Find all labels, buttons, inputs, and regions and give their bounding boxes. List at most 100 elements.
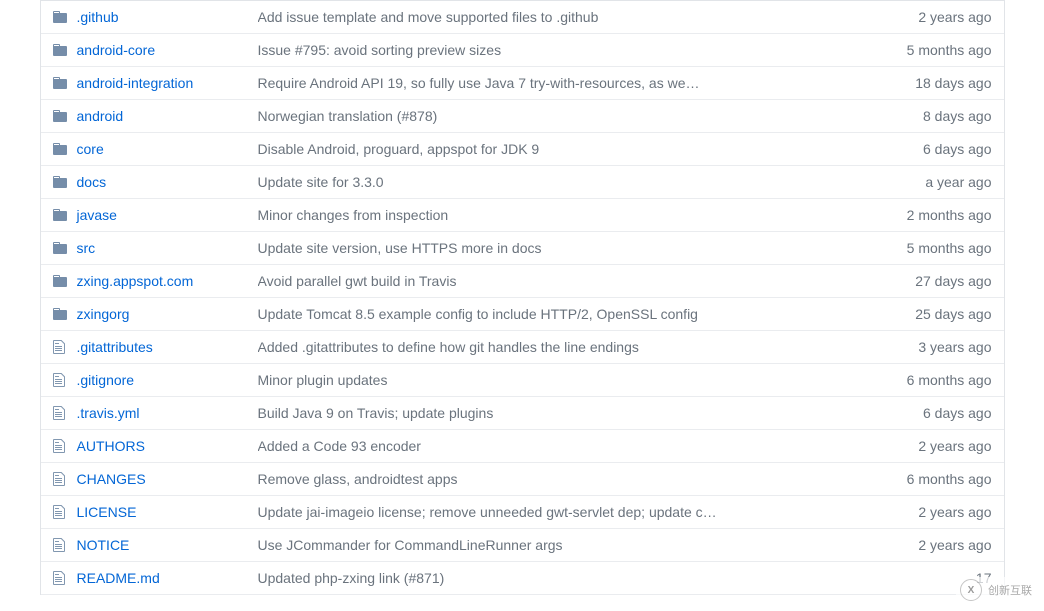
commit-age: 2 years ago [872,504,992,520]
file-icon [53,405,73,421]
commit-age: a year ago [872,174,992,190]
commit-age: 5 months ago [872,42,992,58]
file-name-link[interactable]: android [77,108,124,124]
commit-message-link[interactable]: Update jai-imageio license; remove unnee… [258,504,717,520]
file-row: android Norwegian translation (#878) 8 day… [41,100,1004,133]
commit-age: 8 days ago [872,108,992,124]
commit-message-link[interactable]: Added .gitattributes to define how git h… [258,339,639,355]
file-name-link[interactable]: .gitattributes [77,339,153,355]
file-row: AUTHORSAdded a Code 93 encoder2 years ag… [41,430,1004,463]
file-row: android-integration Require Android API 1… [41,67,1004,100]
commit-message-link[interactable]: Avoid parallel gwt build in Travis [258,273,457,289]
file-name-link[interactable]: .travis.yml [77,405,140,421]
file-name-link[interactable]: README.md [77,570,160,586]
file-name-link[interactable]: AUTHORS [77,438,145,454]
commit-message-cell: Norwegian translation (#878) [258,108,872,124]
commit-message-cell: Minor plugin updates [258,372,872,388]
file-name-link[interactable]: android-integration [77,75,194,91]
commit-age: 6 months ago [872,471,992,487]
file-name-link[interactable]: android-core [77,42,156,58]
folder-icon [53,306,73,322]
file-name-link[interactable]: zxing.appspot.com [77,273,194,289]
commit-age: 3 years ago [872,339,992,355]
file-name-link[interactable]: NOTICE [77,537,130,553]
file-row: .travis.yml Build Java 9 on Travis; updat… [41,397,1004,430]
commit-message-cell: Issue #795: avoid sorting preview sizes [258,42,872,58]
file-name-cell: .gitignore [73,372,258,388]
file-row: LICENSE Update jai-imageio license; remov… [41,496,1004,529]
commit-message-cell: Minor changes from inspection [258,207,872,223]
file-name-link[interactable]: .gitignore [77,372,135,388]
file-icon [53,570,73,586]
folder-icon [53,75,73,91]
file-name-link[interactable]: docs [77,174,107,190]
file-row: NOTICE Use JCommander for CommandLineRunn… [41,529,1004,562]
file-name-cell: .travis.yml [73,405,258,421]
commit-message-cell: Build Java 9 on Travis; update plugins [258,405,872,421]
folder-icon [53,108,73,124]
commit-message-link[interactable]: Add issue template and move supported fi… [258,9,599,25]
commit-message-cell: Disable Android, proguard, appspot for J… [258,141,872,157]
watermark-text: 创新互联 [988,582,1032,598]
file-icon [53,504,73,520]
commit-age: 2 months ago [872,207,992,223]
file-row: zxingorg Update Tomcat 8.5 example config… [41,298,1004,331]
commit-message-link[interactable]: Update Tomcat 8.5 example config to incl… [258,306,698,322]
commit-age: 6 days ago [872,141,992,157]
commit-message-cell: Update jai-imageio license; remove unnee… [258,504,872,520]
file-name-cell: javase [73,207,258,223]
commit-message-cell: Update Tomcat 8.5 example config to incl… [258,306,872,322]
file-row: README.mdUpdated php-zxing link (#871)17 [41,562,1004,595]
commit-message-link[interactable]: Added a Code 93 encoder [258,438,421,454]
folder-icon [53,273,73,289]
file-name-link[interactable]: zxingorg [77,306,130,322]
commit-message-cell: Updated php-zxing link (#871) [258,570,872,586]
folder-icon [53,207,73,223]
commit-message-link[interactable]: Minor changes from inspection [258,207,449,223]
commit-message-link[interactable]: Norwegian translation (#878) [258,108,438,124]
file-row: android-core Issue #795: avoid sorting pr… [41,34,1004,67]
file-name-link[interactable]: javase [77,207,117,223]
commit-message-link[interactable]: Disable Android, proguard, appspot for J… [258,141,540,157]
file-name-cell: zxing.appspot.com [73,273,258,289]
commit-message-link[interactable]: Minor plugin updates [258,372,388,388]
file-row: docs Update site for 3.3.0 a year ago [41,166,1004,199]
commit-message-link[interactable]: Remove glass, androidtest apps [258,471,458,487]
commit-message-link[interactable]: Build Java 9 on Travis; update plugins [258,405,494,421]
file-row: .github Add issue template and move suppo… [41,1,1004,34]
commit-age: 5 months ago [872,240,992,256]
file-name-link[interactable]: LICENSE [77,504,137,520]
file-name-link[interactable]: .github [77,9,119,25]
commit-message-cell: Use JCommander for CommandLineRunner arg… [258,537,872,553]
commit-age: 2 years ago [872,537,992,553]
file-name-cell: zxingorg [73,306,258,322]
file-name-cell: android [73,108,258,124]
file-list: .github Add issue template and move suppo… [40,0,1005,595]
file-name-link[interactable]: src [77,240,96,256]
commit-message-cell: Remove glass, androidtest apps [258,471,872,487]
file-name-link[interactable]: CHANGES [77,471,146,487]
commit-message-link[interactable]: Require Android API 19, so fully use Jav… [258,75,700,91]
file-icon [53,537,73,553]
commit-message-link[interactable]: Updated php-zxing link (#871) [258,570,445,586]
file-row: CHANGES Remove glass, androidtest apps 6 m… [41,463,1004,496]
file-name-cell: .github [73,9,258,25]
commit-message-link[interactable]: Use JCommander for CommandLineRunner arg… [258,537,563,553]
file-icon [53,372,73,388]
watermark-logo-icon: X [960,579,982,601]
file-icon [53,471,73,487]
commit-message-cell: Avoid parallel gwt build in Travis [258,273,872,289]
commit-message-cell: Update site version, use HTTPS more in d… [258,240,872,256]
file-row: zxing.appspot.com Avoid parallel gwt buil… [41,265,1004,298]
commit-message-link[interactable]: Update site for 3.3.0 [258,174,384,190]
commit-message-link[interactable]: Issue #795: avoid sorting preview sizes [258,42,502,58]
commit-age: 2 years ago [872,9,992,25]
commit-message-link[interactable]: Update site version, use HTTPS more in d… [258,240,542,256]
file-name-cell: CHANGES [73,471,258,487]
commit-age: 6 days ago [872,405,992,421]
file-name-link[interactable]: core [77,141,104,157]
folder-icon [53,9,73,25]
file-name-cell: README.md [73,570,258,586]
watermark: X 创新互联 [956,577,1036,603]
file-name-cell: LICENSE [73,504,258,520]
